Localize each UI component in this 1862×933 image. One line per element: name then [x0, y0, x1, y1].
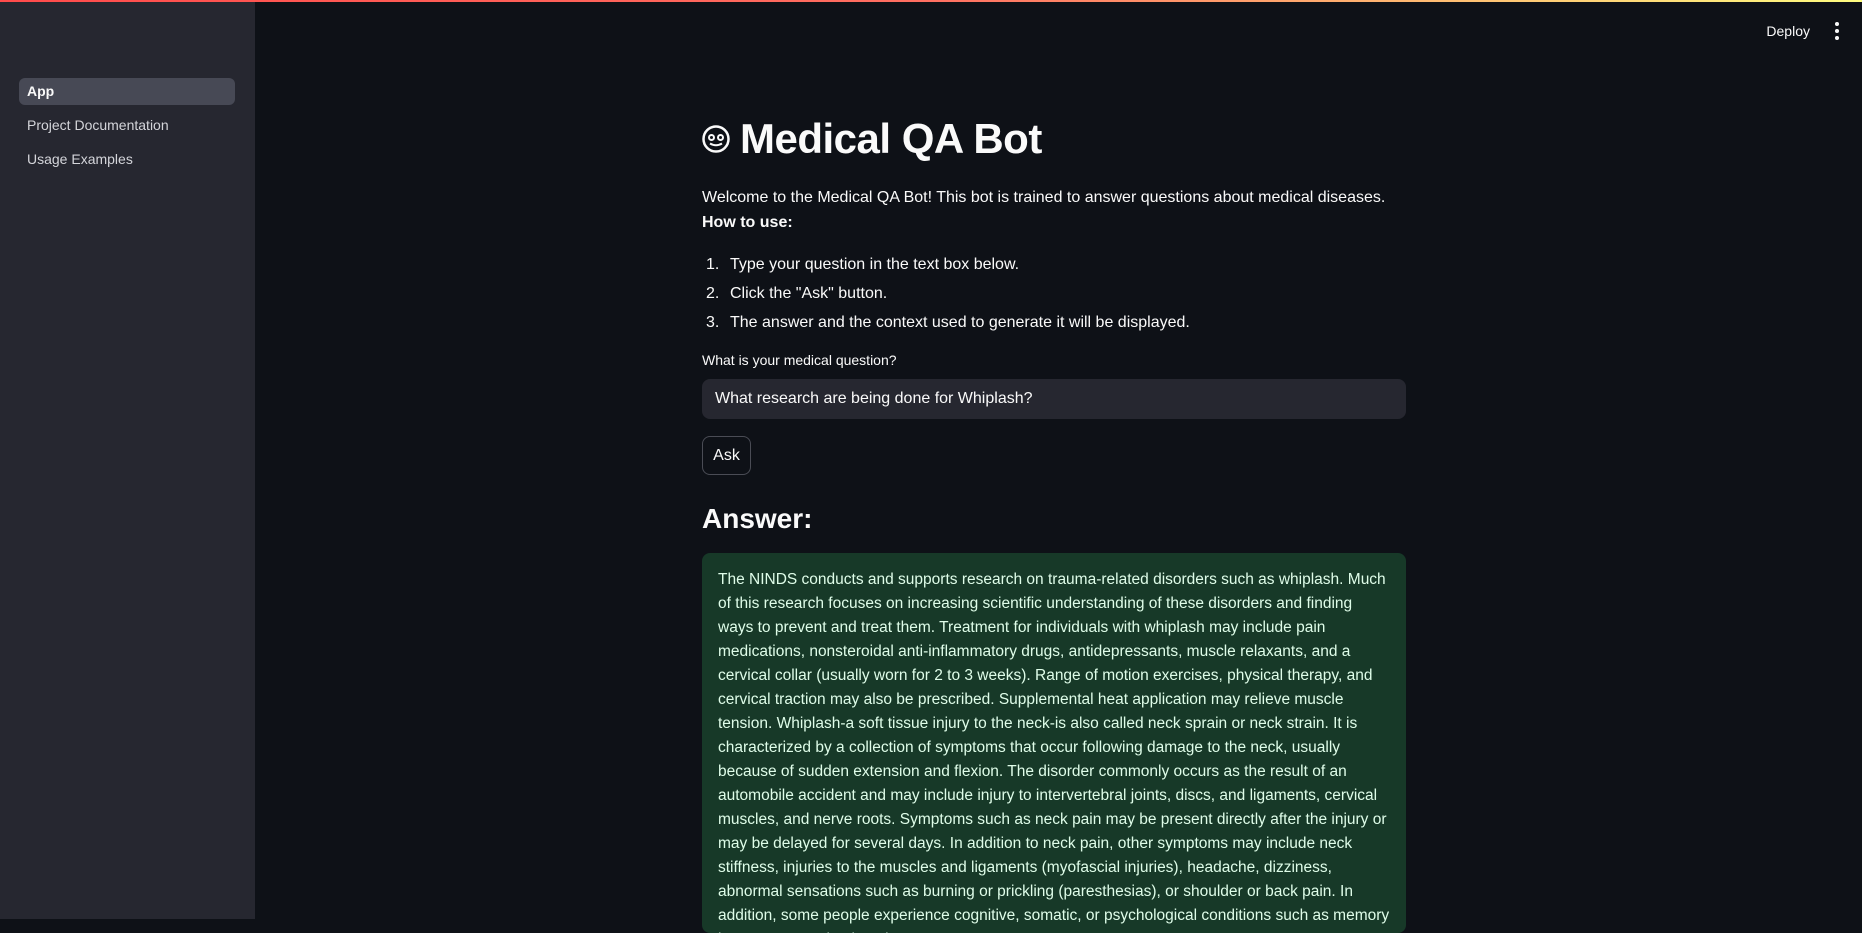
intro-paragraph: Welcome to the Medical QA Bot! This bot …	[702, 185, 1407, 235]
bot-face-icon	[702, 125, 730, 153]
sidebar-nav: App Project Documentation Usage Examples	[19, 78, 235, 180]
step-text: The answer and the context used to gener…	[730, 314, 1190, 331]
sidebar-item-app[interactable]: App	[19, 78, 235, 105]
answer-heading: Answer:	[702, 503, 813, 534]
sidebar: App Project Documentation Usage Examples	[0, 2, 255, 919]
title-row: Medical QA Bot	[702, 115, 1042, 163]
question-label: What is your medical question?	[702, 352, 897, 368]
header-toolbar: Deploy	[1766, 20, 1842, 42]
sidebar-item-usage-examples[interactable]: Usage Examples	[19, 146, 235, 173]
ask-button[interactable]: Ask	[702, 436, 751, 475]
answer-box: The NINDS conducts and supports research…	[702, 553, 1406, 933]
step-number: 2.	[706, 285, 720, 302]
deploy-button[interactable]: Deploy	[1766, 23, 1810, 39]
step-text: Type your question in the text box below…	[730, 256, 1020, 273]
list-item: 1. Type your question in the text box be…	[702, 252, 1407, 281]
top-decoration-bar	[0, 0, 1862, 2]
page-title: Medical QA Bot	[740, 115, 1042, 162]
sidebar-item-project-documentation[interactable]: Project Documentation	[19, 112, 235, 139]
intro-bold-text: How to use:	[702, 214, 793, 231]
step-number: 3.	[706, 314, 720, 331]
step-text: Click the "Ask" button.	[730, 285, 888, 302]
list-item: 3. The answer and the context used to ge…	[702, 310, 1407, 339]
kebab-menu-icon[interactable]	[1832, 22, 1842, 40]
list-item: 2. Click the "Ask" button.	[702, 281, 1407, 310]
intro-text: Welcome to the Medical QA Bot! This bot …	[702, 189, 1386, 206]
step-number: 1.	[706, 256, 720, 273]
steps-list: 1. Type your question in the text box be…	[702, 252, 1407, 339]
question-input[interactable]	[702, 379, 1406, 419]
